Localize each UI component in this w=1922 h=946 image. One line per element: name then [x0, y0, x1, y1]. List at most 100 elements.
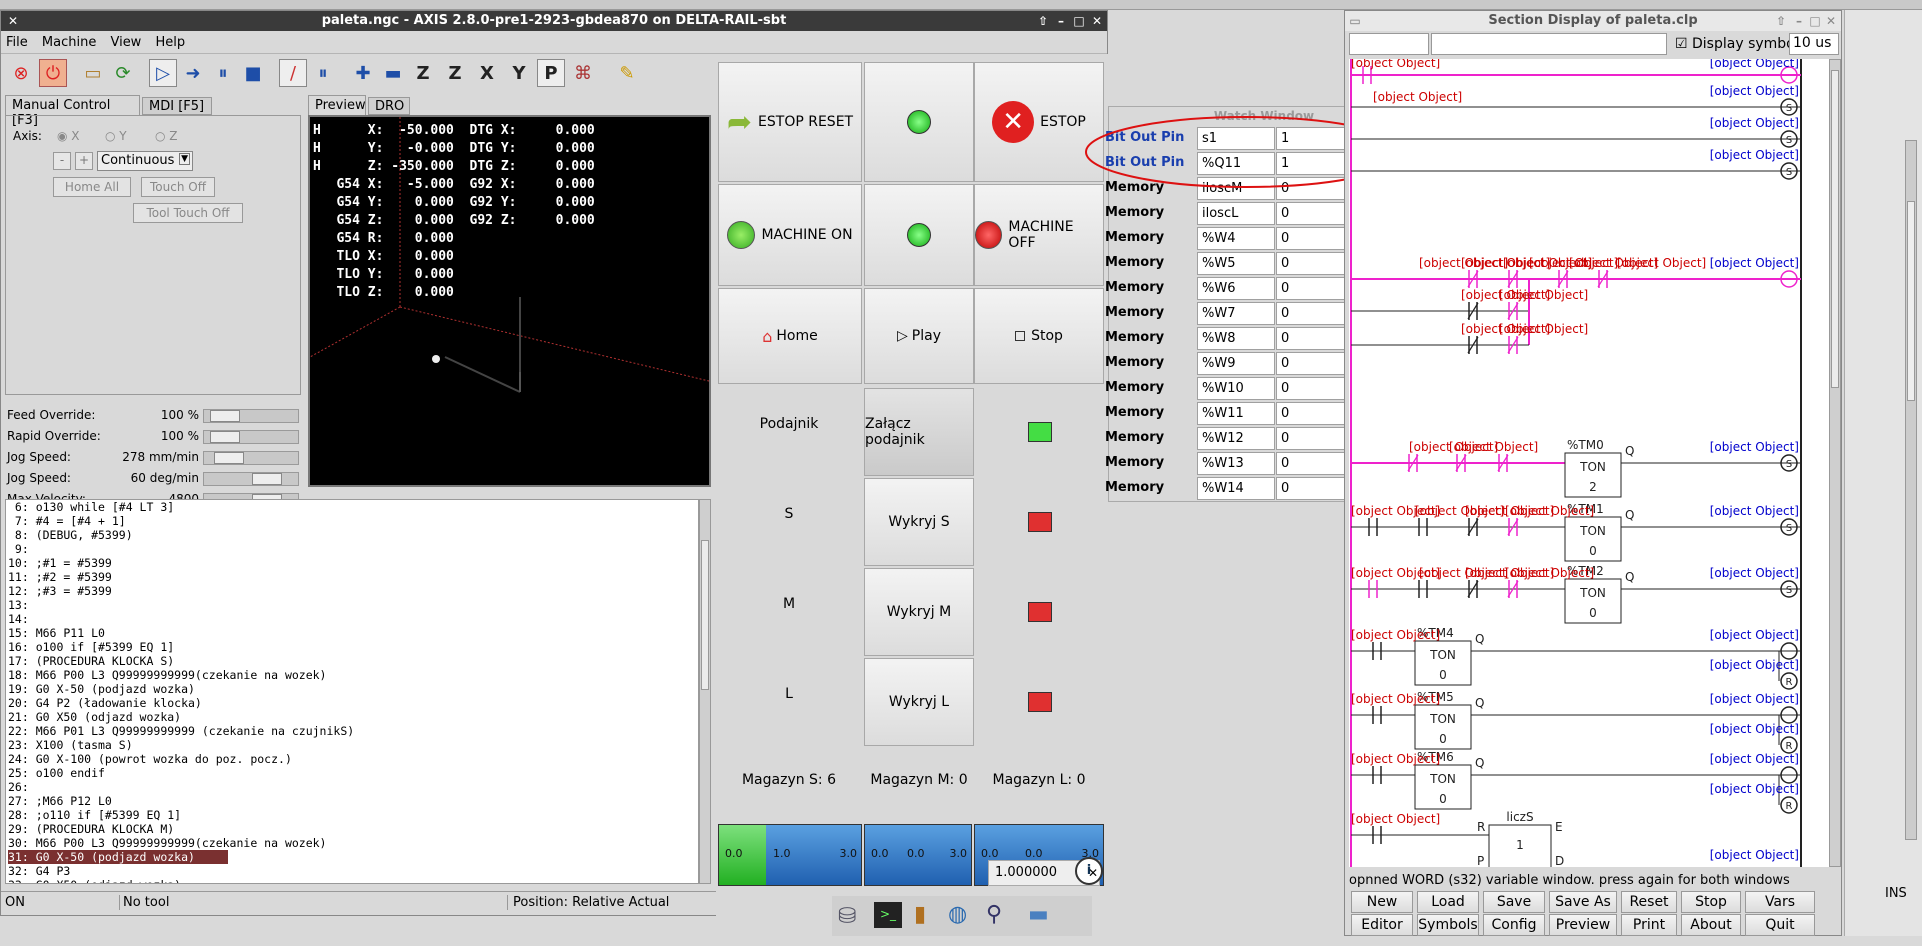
watch-var[interactable]: %W9: [1197, 352, 1275, 375]
clear-plot-icon[interactable]: ✎: [613, 59, 641, 87]
row-button[interactable]: Załącz podajnik: [864, 388, 974, 476]
view-p-icon[interactable]: P: [537, 59, 565, 87]
pause-icon[interactable]: ⏸: [209, 59, 237, 87]
gcode-line[interactable]: 8: (DEBUG, #5399): [8, 528, 133, 542]
gcode-line[interactable]: 15: M66 P11 L0: [8, 626, 105, 640]
stop-button[interactable]: Stop: [974, 288, 1104, 384]
override-slider[interactable]: [203, 409, 299, 423]
ladder-canvas[interactable]: [object Object] [object Object] S [object O…: [1349, 59, 1829, 867]
ladder-btn-load[interactable]: Load: [1417, 891, 1479, 913]
row-button[interactable]: Wykryj S: [864, 478, 974, 566]
slider-thumb[interactable]: [210, 431, 240, 443]
run-icon[interactable]: ▷: [149, 59, 177, 87]
view-z2-icon[interactable]: Z: [441, 59, 469, 87]
ladder-btn-reset[interactable]: Reset: [1621, 891, 1677, 913]
axis-radio-z[interactable]: ○ Z: [155, 129, 178, 143]
window-menu-icon[interactable]: ▭: [1347, 11, 1363, 31]
gcode-line[interactable]: 7: #4 = [#4 + 1]: [8, 514, 126, 528]
ladder-btn-quit[interactable]: Quit: [1745, 914, 1815, 936]
jog-plus-button[interactable]: +: [75, 152, 93, 170]
view-z-icon[interactable]: Z: [409, 59, 437, 87]
gcode-line[interactable]: 21: G0 X50 (odjazd wozka): [8, 710, 181, 724]
watch-var[interactable]: %W14: [1197, 477, 1275, 500]
display-symbols-checkbox[interactable]: ☑ Display symbols: [1675, 36, 1806, 52]
gcode-line[interactable]: 27: ;M66 P12 L0: [8, 794, 112, 808]
watch-var[interactable]: %W8: [1197, 327, 1275, 350]
gcode-line[interactable]: 24: G0 X-100 (powrot wozka do poz. pocz.…: [8, 752, 292, 766]
slider-thumb[interactable]: [214, 452, 244, 464]
estop-reset-button[interactable]: ➦ ESTOP RESET: [718, 62, 862, 182]
gcode-line[interactable]: 23: X100 (tasma S): [8, 738, 133, 752]
gcode-line[interactable]: 17: (PROCEDURA KLOCKA S): [8, 654, 174, 668]
maximize-icon[interactable]: □: [1071, 11, 1087, 31]
watch-value[interactable]: 0: [1276, 302, 1352, 325]
ladder-btn-print[interactable]: Print: [1621, 914, 1677, 936]
gcode-line[interactable]: 26:: [8, 780, 29, 794]
watch-var[interactable]: %W4: [1197, 227, 1275, 250]
watch-value[interactable]: 0: [1276, 227, 1352, 250]
close-small-icon[interactable]: ✕: [1088, 866, 1098, 880]
override-slider[interactable]: [203, 451, 299, 465]
scrollbar-thumb[interactable]: [1831, 70, 1839, 388]
ladder-btn-save[interactable]: Save: [1483, 891, 1545, 913]
zoom-in-icon[interactable]: ✚: [349, 59, 377, 87]
watch-value[interactable]: 0: [1276, 252, 1352, 275]
gcode-line[interactable]: 28: ;o110 if [#5399 EQ 1]: [8, 808, 181, 822]
step-icon[interactable]: ➜: [179, 59, 207, 87]
maximize-icon[interactable]: □: [1807, 11, 1823, 31]
scrollbar-thumb[interactable]: [1907, 201, 1915, 401]
gcode-line[interactable]: 30: M66 P00 L3 Q99999999999(czekanie na …: [8, 836, 327, 850]
watch-var[interactable]: %W12: [1197, 427, 1275, 450]
zoom-out-icon[interactable]: ▬: [379, 59, 407, 87]
watch-value[interactable]: 0: [1276, 352, 1352, 375]
rung-comment-field[interactable]: [1431, 33, 1667, 55]
row-button[interactable]: Wykryj L: [864, 658, 974, 746]
watch-var[interactable]: %W10: [1197, 377, 1275, 400]
gcode-line[interactable]: 18: M66 P00 L3 Q99999999999(czekanie na …: [8, 668, 327, 682]
watch-value[interactable]: 0: [1276, 452, 1352, 475]
menu-view[interactable]: View: [105, 32, 146, 53]
window-menu-icon[interactable]: ✕: [5, 11, 21, 31]
ladder-btn-editor[interactable]: Editor: [1351, 914, 1413, 936]
ladder-btn-about[interactable]: About: [1681, 914, 1741, 936]
tool-touch-off-button[interactable]: Tool Touch Off: [133, 203, 243, 223]
open-file-icon[interactable]: ▭: [79, 59, 107, 87]
watch-value[interactable]: 0: [1276, 327, 1352, 350]
reload-icon[interactable]: ⟳: [109, 59, 137, 87]
ladder-btn-vars[interactable]: Vars: [1745, 891, 1815, 913]
gcode-line[interactable]: 25: o100 endif: [8, 766, 105, 780]
gcode-line[interactable]: 10: ;#1 = #5399: [8, 556, 112, 570]
watch-var[interactable]: %W5: [1197, 252, 1275, 275]
menu-help[interactable]: Help: [150, 32, 190, 53]
gcode-view[interactable]: 6: o130 while [#4 LT 3] 7: #4 = [#4 + 1]…: [5, 499, 699, 884]
tab-mdi[interactable]: MDI [F5]: [142, 97, 212, 115]
watch-value[interactable]: 0: [1276, 477, 1352, 500]
watch-value[interactable]: 0: [1276, 277, 1352, 300]
scrollbar-thumb[interactable]: [701, 540, 709, 690]
tab-dro[interactable]: DRO: [368, 97, 410, 115]
menu-machine[interactable]: Machine: [37, 32, 101, 53]
gcode-line[interactable]: 29: (PROCEDURA KLOCKA M): [8, 822, 174, 836]
terminal-icon[interactable]: >_: [874, 902, 902, 928]
block-delete-icon[interactable]: /: [279, 59, 307, 87]
gcode-line[interactable]: 16: o100 if [#5399 EQ 1]: [8, 640, 174, 654]
close-icon[interactable]: ✕: [1089, 11, 1105, 31]
gcode-line[interactable]: 32: G4 P3: [8, 864, 70, 878]
watch-value[interactable]: 0: [1276, 402, 1352, 425]
ladder-btn-config[interactable]: Config: [1483, 914, 1545, 936]
watch-var[interactable]: %W6: [1197, 277, 1275, 300]
gcode-line[interactable]: 11: ;#2 = #5399: [8, 570, 112, 584]
period-select[interactable]: 10 us: [1789, 33, 1839, 55]
slider-thumb[interactable]: [252, 473, 282, 485]
folder-icon[interactable]: ▬: [1028, 902, 1049, 927]
ladder-btn-symbols[interactable]: Symbols: [1417, 914, 1479, 936]
slider-thumb[interactable]: [210, 410, 240, 422]
axis-titlebar[interactable]: paleta.ngc - AXIS 2.8.0-pre1-2923-gbdea8…: [1, 11, 1107, 31]
desktop-icon[interactable]: ⛁: [838, 904, 856, 929]
watch-value[interactable]: 0: [1276, 377, 1352, 400]
view-x-icon[interactable]: X: [473, 59, 501, 87]
view-y-icon[interactable]: Y: [505, 59, 533, 87]
search-icon[interactable]: ⚲: [986, 902, 1002, 927]
override-slider[interactable]: [203, 430, 299, 444]
row-button[interactable]: Wykryj M: [864, 568, 974, 656]
